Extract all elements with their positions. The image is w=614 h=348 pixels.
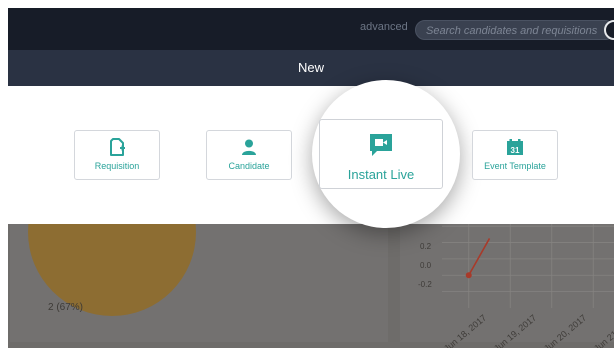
y-tick-label: 0.0 xyxy=(420,261,432,270)
line-chart xyxy=(442,224,614,308)
series-point xyxy=(465,272,472,279)
instant-live-option-label: Instant Live xyxy=(347,167,415,182)
add-document-icon xyxy=(110,138,125,156)
pie-data-label: 2 (67%) xyxy=(48,302,84,313)
new-panel-header: New xyxy=(8,50,614,86)
top-navbar: advanced xyxy=(8,8,614,50)
candidate-option-label: Candidate xyxy=(228,161,270,171)
advanced-search-link[interactable]: advanced xyxy=(360,21,408,33)
chart-grid xyxy=(442,224,614,308)
event-template-option[interactable]: 31 Event Template xyxy=(472,130,558,180)
video-chat-icon xyxy=(370,134,392,156)
event-template-option-label: Event Template xyxy=(484,161,546,171)
requisition-option[interactable]: Requisition xyxy=(74,130,160,180)
search-input[interactable] xyxy=(416,22,614,40)
calendar-day-number: 31 xyxy=(511,146,520,155)
search-box xyxy=(415,20,614,40)
instant-live-option[interactable]: Instant Live xyxy=(319,119,443,189)
calendar-icon: 31 xyxy=(507,139,523,155)
y-tick-label: -0.2 xyxy=(418,280,432,289)
app-frame: advanced New 2 (67%) 0.2 0.0 -0.2 Jun 18… xyxy=(8,8,614,348)
series-line xyxy=(468,238,491,276)
y-tick-label: 0.2 xyxy=(420,242,432,251)
person-icon xyxy=(242,139,256,155)
new-panel-title: New xyxy=(297,60,324,75)
requisition-option-label: Requisition xyxy=(94,161,140,171)
candidate-option[interactable]: Candidate xyxy=(206,130,292,180)
